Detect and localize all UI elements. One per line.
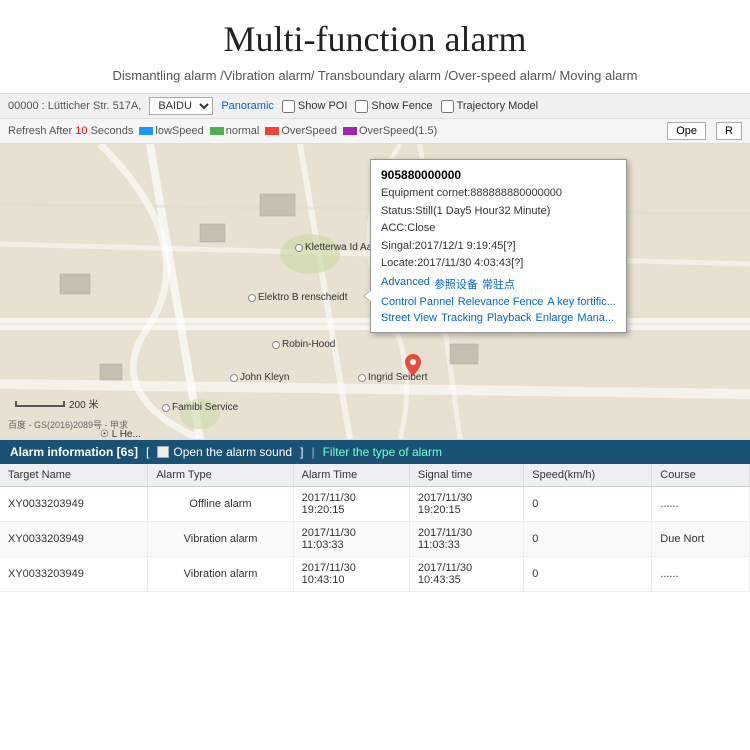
col-course: Course xyxy=(652,464,750,487)
popup-link-tracking[interactable]: Tracking xyxy=(441,312,483,324)
speed-legend: Refresh After 10 Seconds lowSpeed normal… xyxy=(0,119,750,144)
cell-alarm-type: Offline alarm xyxy=(148,487,293,522)
place-famibi: Famibi Service xyxy=(162,402,238,413)
popup-link-changzhudian[interactable]: 常驻点 xyxy=(482,276,515,292)
cell-speed: 0 xyxy=(524,487,652,522)
page-subtitle: Dismantling alarm /Vibration alarm/ Tran… xyxy=(20,68,730,83)
legend-overspeed: OverSpeed xyxy=(265,125,337,137)
place-john-kleyn: John Kleyn xyxy=(230,372,289,383)
overspeed15-label: OverSpeed(1.5) xyxy=(359,125,437,137)
alarm-header-title: Alarm information [6s] xyxy=(10,445,138,459)
alarm-bracket-close: ] xyxy=(300,445,303,459)
map-container[interactable]: Kletterwa Id Aachen Elektro B renscheidt… xyxy=(0,144,750,439)
cell-target: XY0033203949 xyxy=(0,522,148,557)
alarm-bracket: [ xyxy=(146,445,149,459)
cell-signal-time: 2017/11/3019:20:15 xyxy=(409,487,523,522)
toolbar-address: 00000 : Lütticher Str. 517A, xyxy=(8,100,141,112)
cell-signal-time: 2017/11/3011:03:33 xyxy=(409,522,523,557)
trajectory-label[interactable]: Trajectory Model xyxy=(441,100,539,113)
alarm-header: Alarm information [6s] [ Open the alarm … xyxy=(0,440,750,464)
alarm-sound-toggle[interactable]: Open the alarm sound xyxy=(157,445,292,459)
normal-color-swatch xyxy=(210,127,224,135)
lowspeed-color-swatch xyxy=(139,127,153,135)
header-section: Multi-function alarm Dismantling alarm /… xyxy=(0,0,750,93)
popup-signal: Singal:2017/12/1 9:19:45[?] xyxy=(381,238,616,255)
col-signal-time: Signal time xyxy=(409,464,523,487)
map-credit: 百度 - GS(2016)2089号 - 甲求 xyxy=(0,418,136,431)
cell-alarm-type: Vibration alarm xyxy=(148,522,293,557)
cell-alarm-time: 2017/11/3011:03:33 xyxy=(293,522,409,557)
map-toolbar: 00000 : Lütticher Str. 517A, BAIDU Panor… xyxy=(0,93,750,119)
popup-equipment: Equipment cornet:888888880000000 xyxy=(381,185,616,202)
place-robin-hood: Robin-Hood xyxy=(272,339,335,350)
alarm-table-row: XY0033203949 Offline alarm 2017/11/3019:… xyxy=(0,487,750,522)
alarm-sound-label: Open the alarm sound xyxy=(173,445,292,459)
cell-signal-time: 2017/11/3010:43:35 xyxy=(409,557,523,592)
legend-lowspeed: lowSpeed xyxy=(139,125,203,137)
show-fence-label[interactable]: Show Fence xyxy=(355,100,432,113)
normal-label: normal xyxy=(226,125,260,137)
cell-target: XY0033203949 xyxy=(0,557,148,592)
cell-speed: 0 xyxy=(524,522,652,557)
alarm-filter-link[interactable]: Filter the type of alarm xyxy=(323,445,442,459)
popup-locate: Locate:2017/11/30 4:03:43[?] xyxy=(381,255,616,272)
alarm-table-header-row: Target Name Alarm Type Alarm Time Signal… xyxy=(0,464,750,487)
cell-course: Due Nort xyxy=(652,522,750,557)
overspeed-color-swatch xyxy=(265,127,279,135)
col-speed: Speed(km/h) xyxy=(524,464,652,487)
page-title: Multi-function alarm xyxy=(20,18,730,60)
col-alarm-type: Alarm Type xyxy=(148,464,293,487)
overspeed-label: OverSpeed xyxy=(281,125,337,137)
cell-alarm-type: Vibration alarm xyxy=(148,557,293,592)
popup-link-streetview[interactable]: Street View xyxy=(381,312,437,324)
popup-link-relevance[interactable]: Relevance Fence xyxy=(458,296,544,308)
legend-normal: normal xyxy=(210,125,260,137)
map-select[interactable]: BAIDU xyxy=(149,97,213,115)
popup-links-3: Street View Tracking Playback Enlarge Ma… xyxy=(381,312,616,324)
alarm-table-row: XY0033203949 Vibration alarm 2017/11/301… xyxy=(0,522,750,557)
map-pin-marker xyxy=(405,354,421,381)
cell-course: ...... xyxy=(652,557,750,592)
popup-link-control[interactable]: Control Pannel xyxy=(381,296,454,308)
popup-link-enlarge[interactable]: Enlarge xyxy=(535,312,573,324)
trajectory-checkbox[interactable] xyxy=(441,100,454,113)
alarm-table-row: XY0033203949 Vibration alarm 2017/11/301… xyxy=(0,557,750,592)
legend-overspeed15: OverSpeed(1.5) xyxy=(343,125,437,137)
cell-course: ...... xyxy=(652,487,750,522)
panoramic-link[interactable]: Panoramic xyxy=(221,100,274,112)
cell-target: XY0033203949 xyxy=(0,487,148,522)
cell-alarm-time: 2017/11/3019:20:15 xyxy=(293,487,409,522)
show-poi-checkbox[interactable] xyxy=(282,100,295,113)
popup-link-advanced[interactable]: Advanced xyxy=(381,276,430,292)
scale-bar: 200 米 xyxy=(15,396,98,411)
popup-links-2: Control Pannel Relevance Fence A key for… xyxy=(381,296,616,308)
alarm-table: Target Name Alarm Type Alarm Time Signal… xyxy=(0,464,750,592)
scale-label: 200 米 xyxy=(69,396,98,411)
refresh-text: Refresh After 10 Seconds xyxy=(8,125,133,137)
lowspeed-label: lowSpeed xyxy=(155,125,203,137)
map-popup: 905880000000 Equipment cornet:8888888800… xyxy=(370,159,627,333)
col-target-name: Target Name xyxy=(0,464,148,487)
show-poi-label[interactable]: Show POI xyxy=(282,100,348,113)
popup-link-canzhaoshebi[interactable]: 参照设备 xyxy=(434,276,478,292)
popup-link-mana[interactable]: Mana... xyxy=(577,312,614,324)
show-fence-checkbox[interactable] xyxy=(355,100,368,113)
col-alarm-time: Alarm Time xyxy=(293,464,409,487)
popup-link-playback[interactable]: Playback xyxy=(487,312,532,324)
overspeed15-color-swatch xyxy=(343,127,357,135)
popup-acc: ACC:Close xyxy=(381,220,616,237)
r-button[interactable]: R xyxy=(716,122,742,140)
alarm-sound-checkbox-icon xyxy=(157,446,169,458)
alarm-divider: | xyxy=(311,445,314,459)
place-elektro: Elektro B renscheidt xyxy=(248,292,348,303)
popup-status: Status:Still(1 Day5 Hour32 Minute) xyxy=(381,203,616,220)
popup-link-keyforifc[interactable]: A key fortific... xyxy=(547,296,615,308)
refresh-number: 10 xyxy=(75,125,87,137)
popup-device-id: 905880000000 xyxy=(381,168,616,182)
open-button[interactable]: Ope xyxy=(667,122,706,140)
cell-alarm-time: 2017/11/3010:43:10 xyxy=(293,557,409,592)
popup-links: Advanced 参照设备 常驻点 xyxy=(381,276,616,292)
cell-speed: 0 xyxy=(524,557,652,592)
alarm-panel: Alarm information [6s] [ Open the alarm … xyxy=(0,439,750,592)
